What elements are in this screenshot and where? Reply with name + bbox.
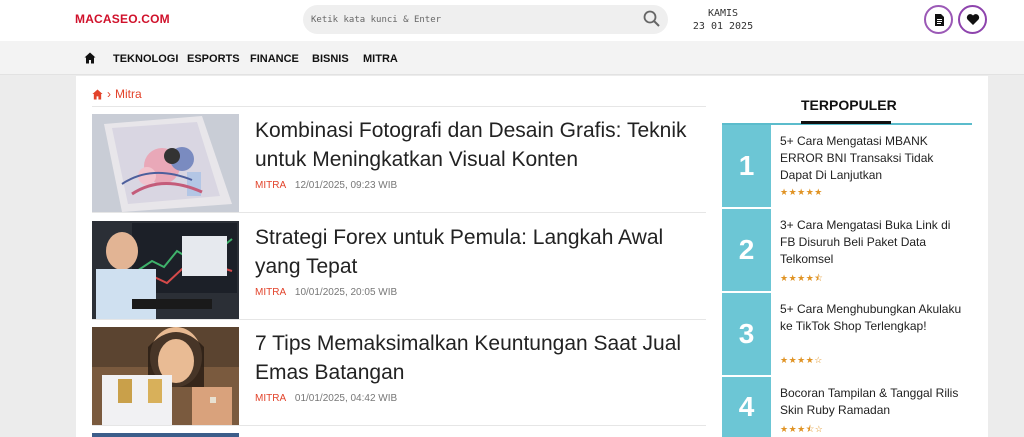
popular-rank: 1 <box>722 125 771 207</box>
home-icon[interactable] <box>84 52 96 64</box>
sidebar-title-underline <box>801 121 891 124</box>
day-label: KAMIS <box>707 8 739 19</box>
search-input[interactable] <box>311 9 631 30</box>
article-thumbnail[interactable] <box>92 221 239 319</box>
heart-icon <box>966 14 979 25</box>
top-header: MACASEO.COM KAMIS 23 01 2025 <box>0 0 1024 41</box>
article-item: Strategi Forex untuk Pemula: Langkah Awa… <box>92 221 708 321</box>
article-meta: MITRA 12/01/2025, 09:23 WIB <box>255 180 397 191</box>
popular-title[interactable]: 5+ Cara Mengatasi MBANK ERROR BNI Transa… <box>780 133 965 184</box>
popular-item[interactable]: 4 Bocoran Tampilan & Tanggal Rilis Skin … <box>722 377 972 437</box>
article-datetime: 12/01/2025, 09:23 WIB <box>294 180 398 191</box>
nav-item-esports[interactable]: ESPORTS <box>187 53 240 65</box>
divider <box>92 319 706 320</box>
rating-stars: ★★★★☆ <box>780 355 823 365</box>
breadcrumb-home-icon[interactable] <box>92 88 103 100</box>
rating-stars: ★★★★⯪ <box>780 273 824 283</box>
site-logo[interactable]: MACASEO.COM <box>75 12 170 26</box>
breadcrumb-current[interactable]: Mitra <box>115 87 142 101</box>
article-title[interactable]: 7 Tips Memaksimalkan Keuntungan Saat Jua… <box>255 329 705 387</box>
divider <box>92 106 706 107</box>
search-icon[interactable] <box>642 9 662 29</box>
popular-title[interactable]: Bocoran Tampilan & Tanggal Rilis Skin Ru… <box>780 385 965 419</box>
nav-item-teknologi[interactable]: TEKNOLOGI <box>113 53 178 65</box>
article-datetime: 01/01/2025, 04:42 WIB <box>294 393 398 404</box>
rating-stars: ★★★⯪☆ <box>780 424 824 434</box>
article-datetime: 10/01/2025, 20:05 WIB <box>294 287 398 298</box>
popular-rank: 4 <box>722 377 771 437</box>
divider <box>92 425 706 426</box>
article-thumbnail[interactable] <box>92 433 239 437</box>
popular-title[interactable]: 3+ Cara Mengatasi Buka Link di FB Disuru… <box>780 217 965 268</box>
popular-rank: 2 <box>722 209 771 291</box>
favorite-button[interactable] <box>958 5 987 34</box>
main-nav: TEKNOLOGI ESPORTS FINANCE BISNIS MITRA <box>0 41 1024 75</box>
article-title[interactable]: Kombinasi Fotografi dan Desain Grafis: T… <box>255 116 705 174</box>
nav-item-bisnis[interactable]: BISNIS <box>312 53 349 65</box>
breadcrumb: › Mitra <box>92 87 142 101</box>
popular-item[interactable]: 2 3+ Cara Mengatasi Buka Link di FB Disu… <box>722 209 972 293</box>
breadcrumb-separator: › <box>107 87 111 101</box>
popular-rank: 3 <box>722 293 771 375</box>
popular-item[interactable]: 3 5+ Cara Menghubungkan Akulaku ke TikTo… <box>722 293 972 377</box>
article-title[interactable]: Strategi Forex untuk Pemula: Langkah Awa… <box>255 223 705 281</box>
article-thumbnail[interactable] <box>92 327 239 425</box>
date-display: KAMIS 23 01 2025 <box>690 7 756 33</box>
nav-item-mitra[interactable]: MITRA <box>363 53 398 65</box>
sidebar-title: TERPOPULER <box>801 97 897 113</box>
search-box <box>303 5 668 34</box>
article-category[interactable]: MITRA <box>255 180 286 191</box>
article-meta: MITRA 10/01/2025, 20:05 WIB <box>255 287 397 298</box>
article-item: 7 Tips Memaksimalkan Keuntungan Saat Jua… <box>92 327 708 427</box>
article-category[interactable]: MITRA <box>255 287 286 298</box>
article-item: Kombinasi Fotografi dan Desain Grafis: T… <box>92 114 708 214</box>
popular-item[interactable]: 1 5+ Cara Mengatasi MBANK ERROR BNI Tran… <box>722 125 972 209</box>
article-category[interactable]: MITRA <box>255 393 286 404</box>
article-meta: MITRA 01/01/2025, 04:42 WIB <box>255 393 397 404</box>
date-label: 23 01 2025 <box>692 21 754 32</box>
divider <box>92 212 706 213</box>
rating-stars: ★★★★★ <box>780 187 823 197</box>
document-button[interactable] <box>924 5 953 34</box>
popular-title[interactable]: 5+ Cara Menghubungkan Akulaku ke TikTok … <box>780 301 965 335</box>
document-icon <box>934 13 944 26</box>
article-thumbnail[interactable] <box>92 114 239 212</box>
nav-item-finance[interactable]: FINANCE <box>250 53 299 65</box>
